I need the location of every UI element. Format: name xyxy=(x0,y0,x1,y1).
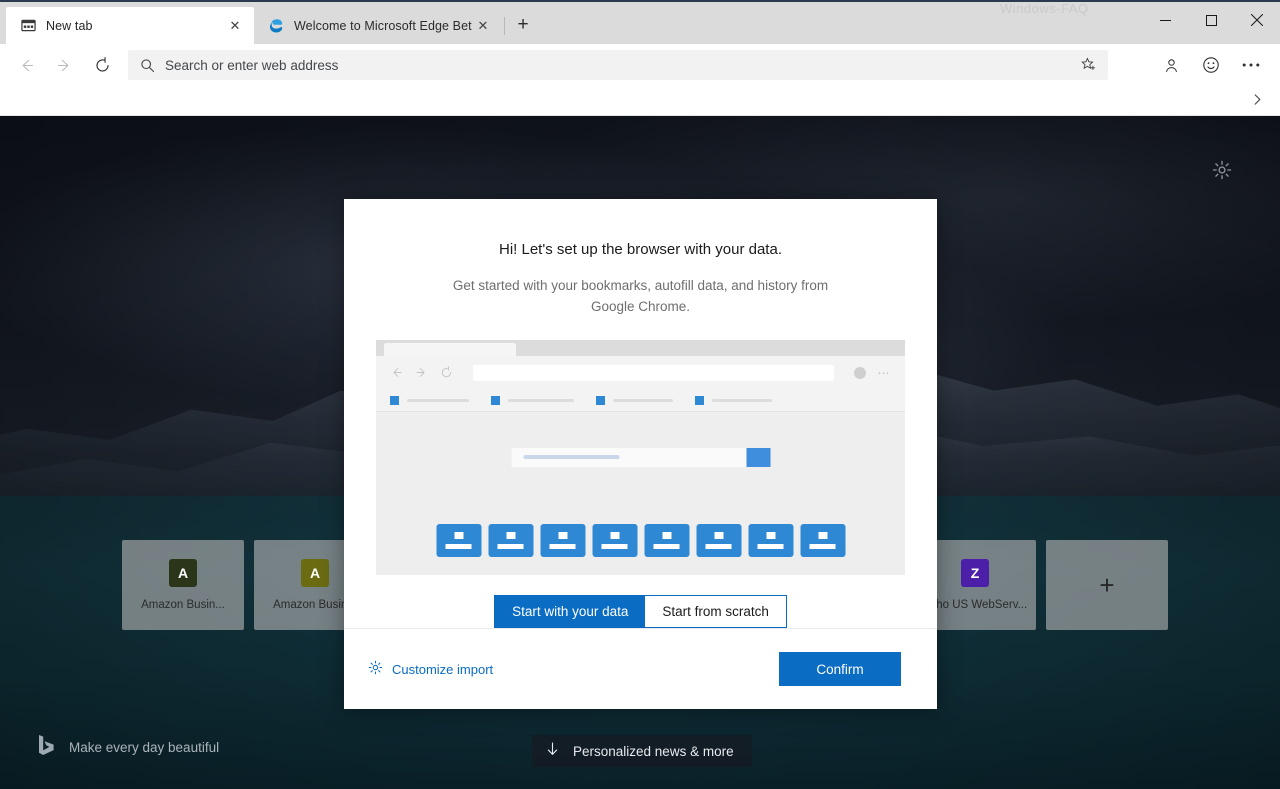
illustration-address-bar xyxy=(473,364,834,381)
illustration-search-box xyxy=(511,447,770,467)
search-icon xyxy=(140,58,155,73)
tab-separator xyxy=(504,17,505,35)
chevron-right-icon[interactable] xyxy=(1251,93,1264,109)
address-bar[interactable]: Search or enter web address xyxy=(128,50,1108,80)
tile-label: Amazon Busin... xyxy=(141,599,225,611)
browser-import-illustration: ⋯ xyxy=(376,339,905,576)
confirm-button[interactable]: Confirm xyxy=(779,652,901,687)
address-bar-placeholder: Search or enter web address xyxy=(165,57,339,73)
illustration-more-ellipsis-icon: ⋯ xyxy=(877,365,891,380)
tile-icon: A xyxy=(169,559,197,587)
bing-caption: Make every day beautiful xyxy=(69,740,220,755)
bing-logo-icon xyxy=(38,734,55,761)
illustration-tile xyxy=(592,523,637,557)
illustration-tile xyxy=(436,523,481,557)
tab-strip: New tab ✕ Welcome to Microsoft Edge Beta… xyxy=(6,2,539,44)
back-arrow-icon[interactable] xyxy=(8,50,44,80)
illustration-back-arrow-icon xyxy=(390,366,403,379)
illustration-tile xyxy=(696,523,741,557)
illustration-toolbar: ⋯ xyxy=(376,355,905,390)
tile-label: Zoho US WebServ... xyxy=(922,599,1028,611)
page-settings-gear-icon[interactable] xyxy=(1212,160,1232,185)
dialog-header: Hi! Let's set up the browser with your d… xyxy=(344,199,937,318)
edge-logo-icon xyxy=(268,18,284,34)
tab-title: New tab xyxy=(46,18,93,33)
refresh-icon[interactable] xyxy=(84,50,120,80)
browser-toolbar: Search or enter web address xyxy=(0,44,1280,86)
illustration-favorite-item xyxy=(695,395,772,405)
watermark: Windows-FAQ xyxy=(1000,1,1089,16)
customize-import-label: Customize import xyxy=(392,661,494,677)
smiley-feedback-icon[interactable] xyxy=(1192,50,1230,80)
close-icon[interactable]: ✕ xyxy=(224,15,246,37)
start-with-your-data-button[interactable]: Start with your data xyxy=(495,596,646,628)
illustration-favorite-item xyxy=(491,395,574,405)
new-tab-button[interactable]: + xyxy=(507,9,539,41)
toolbar-right-group xyxy=(1152,50,1272,80)
browser-window: New tab ✕ Welcome to Microsoft Edge Beta… xyxy=(0,0,1280,789)
add-favorite-star-icon[interactable] xyxy=(1076,52,1102,78)
add-shortcut-tile[interactable]: + xyxy=(1046,540,1168,630)
illustration-tiles xyxy=(436,523,845,557)
tile-icon: Z xyxy=(961,559,989,587)
personalized-news-label: Personalized news & more xyxy=(573,743,734,759)
start-mode-segmented-control: Start with your data Start from scratch xyxy=(494,595,787,629)
favorites-bar xyxy=(0,86,1280,116)
profile-icon[interactable] xyxy=(1152,50,1190,80)
illustration-favorite-item xyxy=(596,395,673,405)
tab-welcome-to-microsoft-edge-beta[interactable]: Welcome to Microsoft Edge Beta ✕ xyxy=(254,7,502,44)
start-from-scratch-button[interactable]: Start from scratch xyxy=(645,596,786,628)
illustration-tile xyxy=(644,523,689,557)
dialog-title: Hi! Let's set up the browser with your d… xyxy=(498,241,782,258)
bing-branding: Make every day beautiful xyxy=(38,734,219,761)
tab-new-tab[interactable]: New tab ✕ xyxy=(6,7,254,44)
forward-arrow-icon[interactable] xyxy=(46,50,82,80)
illustration-avatar xyxy=(853,366,866,379)
dialog-footer: Customize import Confirm xyxy=(344,628,937,709)
illustration-favorites-bar xyxy=(376,389,905,412)
illustration-tile xyxy=(748,523,793,557)
personalized-news-button[interactable]: Personalized news & more xyxy=(532,735,752,767)
minimize-button[interactable] xyxy=(1142,0,1188,40)
new-tab-page-icon xyxy=(20,18,36,34)
tile-icon: A xyxy=(301,559,329,587)
close-icon[interactable]: ✕ xyxy=(472,15,494,37)
plus-icon: + xyxy=(1099,570,1115,600)
illustration-page-body xyxy=(376,411,905,576)
dialog-subtitle: Get started with your bookmarks, autofil… xyxy=(452,278,829,314)
tile-0[interactable]: A Amazon Busin... xyxy=(122,540,244,630)
close-button[interactable] xyxy=(1234,0,1280,40)
window-controls xyxy=(1142,0,1280,40)
illustration-favorite-item xyxy=(390,395,469,405)
tab-title: Welcome to Microsoft Edge Beta xyxy=(294,18,472,33)
dialog-choice-row: Start with your data Start from scratch xyxy=(344,595,937,629)
illustration-forward-arrow-icon xyxy=(415,366,428,379)
illustration-tile xyxy=(488,523,533,557)
more-ellipsis-icon[interactable] xyxy=(1232,50,1270,80)
illustration-refresh-icon xyxy=(440,366,453,379)
illustration-tile xyxy=(800,523,845,557)
down-arrow-icon xyxy=(546,742,559,760)
customize-import-link[interactable]: Customize import xyxy=(368,660,493,678)
illustration-tile xyxy=(540,523,585,557)
illustration-search-input xyxy=(511,447,746,467)
import-data-dialog: Hi! Let's set up the browser with your d… xyxy=(344,199,937,709)
maximize-button[interactable] xyxy=(1188,0,1234,40)
title-bar: New tab ✕ Welcome to Microsoft Edge Beta… xyxy=(0,0,1280,44)
illustration-tab-bar xyxy=(376,339,905,356)
illustration-search-button xyxy=(746,447,770,467)
gear-icon xyxy=(368,660,383,678)
illustration-tab xyxy=(384,342,516,356)
